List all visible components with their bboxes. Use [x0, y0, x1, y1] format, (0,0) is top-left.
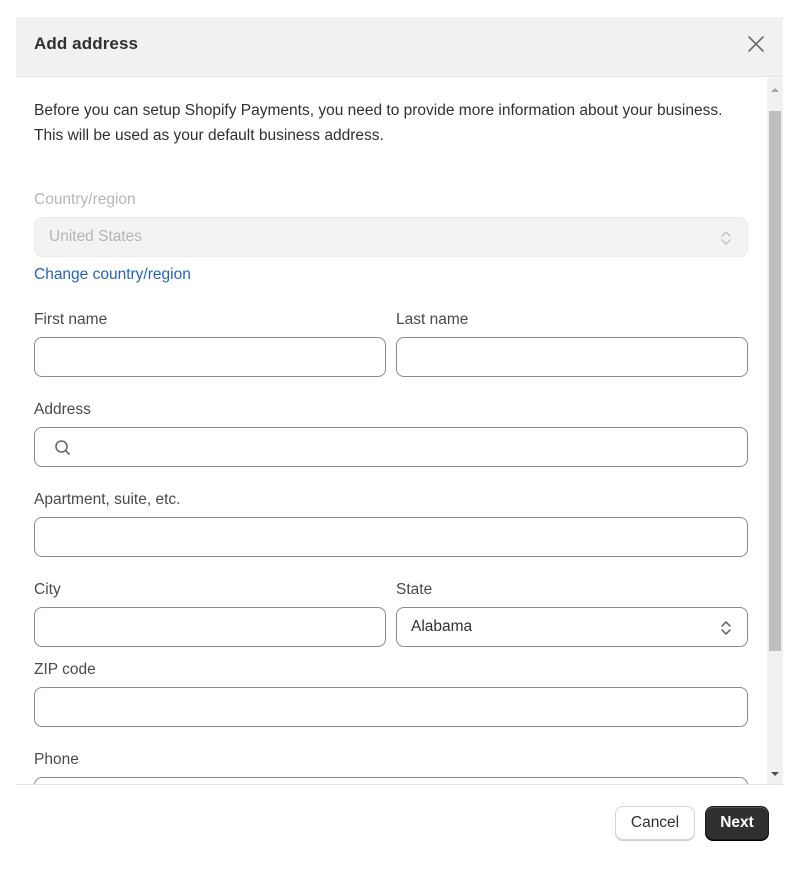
select-updown-icon	[721, 231, 731, 245]
first-name-label: First name	[34, 311, 108, 328]
apartment-field	[34, 517, 748, 557]
next-button[interactable]: Next	[705, 806, 769, 840]
apartment-label: Apartment, suite, etc.	[34, 491, 181, 508]
intro-text: Before you can setup Shopify Payments, y…	[34, 102, 723, 144]
scrollbar-thumb[interactable]	[769, 111, 781, 651]
dialog-title: Add address	[34, 34, 139, 53]
city-field	[34, 607, 386, 647]
scrollbar[interactable]	[767, 78, 783, 784]
apartment-input[interactable]	[35, 518, 747, 556]
city-input[interactable]	[35, 608, 385, 646]
add-address-dialog: Add address Before you can setup Shopify…	[16, 17, 783, 855]
dialog-body: Before you can setup Shopify Payments, y…	[16, 78, 783, 784]
country-select[interactable]: United States	[34, 217, 748, 257]
state-label: State	[396, 581, 433, 598]
close-icon	[748, 36, 764, 52]
scroll-up-arrow-icon[interactable]	[767, 82, 783, 98]
city-label: City	[34, 581, 61, 598]
dialog-footer: Cancel Next	[16, 784, 783, 855]
change-country-link[interactable]: Change country/region	[34, 266, 191, 284]
address-input[interactable]	[35, 428, 747, 466]
first-name-input[interactable]	[35, 338, 385, 376]
scroll-down-arrow-icon[interactable]	[767, 766, 783, 782]
zip-input[interactable]	[35, 688, 747, 726]
last-name-label: Last name	[396, 311, 469, 328]
country-label: Country/region	[34, 191, 136, 208]
cancel-button[interactable]: Cancel	[615, 806, 695, 840]
dialog-header: Add address	[16, 17, 783, 77]
phone-label: Phone	[34, 751, 79, 768]
first-name-field	[34, 337, 386, 377]
phone-field	[34, 777, 748, 784]
close-button[interactable]	[745, 33, 767, 55]
zip-label: ZIP code	[34, 661, 96, 678]
state-value: Alabama	[411, 618, 473, 635]
select-updown-icon	[721, 621, 731, 635]
address-field	[34, 427, 748, 467]
state-select[interactable]: Alabama	[396, 607, 748, 647]
country-value: United States	[49, 228, 143, 245]
search-icon	[55, 440, 70, 455]
zip-field	[34, 687, 748, 727]
last-name-field	[396, 337, 748, 377]
address-label: Address	[34, 401, 91, 418]
last-name-input[interactable]	[397, 338, 747, 376]
